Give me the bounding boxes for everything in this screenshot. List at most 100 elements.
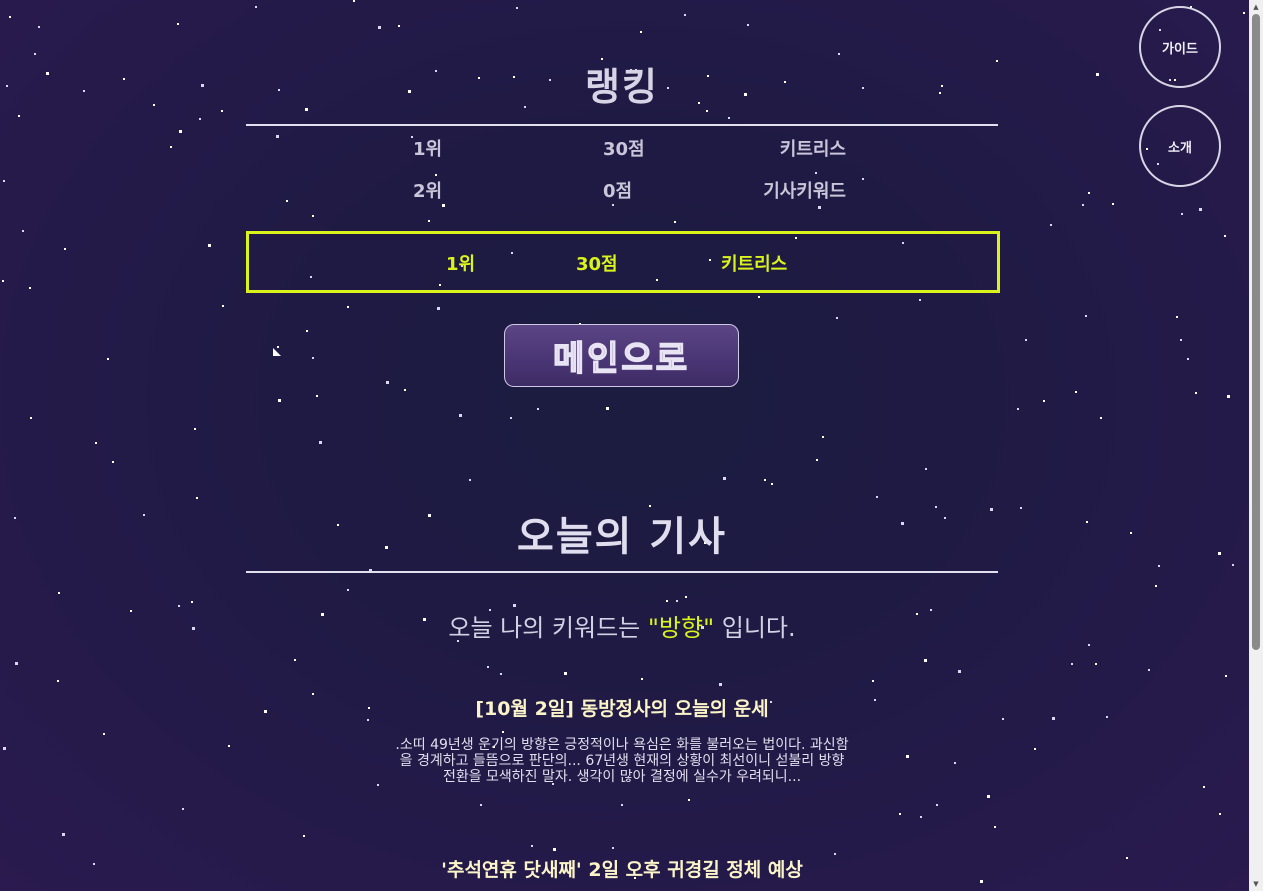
news-section-title: 오늘의 기사 — [517, 514, 727, 560]
star — [29, 287, 31, 289]
star — [3, 747, 6, 750]
star — [1187, 358, 1189, 360]
star — [685, 596, 687, 598]
scrollbar-thumb[interactable] — [1252, 14, 1260, 650]
scroll-down-arrow-icon[interactable]: ▼ — [1249, 877, 1263, 891]
star — [58, 592, 60, 594]
star — [1088, 192, 1090, 194]
star — [306, 330, 308, 332]
star — [83, 90, 85, 92]
star — [723, 477, 726, 480]
star — [537, 408, 539, 410]
star — [1158, 565, 1160, 567]
star — [378, 26, 381, 29]
star — [199, 118, 201, 120]
rank-score: 0점 — [603, 181, 633, 202]
keyword-prefix: 오늘 나의 키워드는 — [448, 614, 648, 642]
star — [103, 733, 105, 735]
star — [386, 381, 389, 384]
star — [1148, 669, 1150, 671]
star — [510, 417, 512, 419]
star — [34, 53, 36, 55]
star — [30, 417, 32, 419]
star — [640, 31, 642, 33]
star — [1086, 521, 1088, 523]
star — [182, 808, 184, 810]
back-to-main-button[interactable]: 메인으로 — [504, 324, 739, 387]
star — [1025, 339, 1027, 341]
star — [1096, 73, 1099, 76]
star — [277, 346, 279, 348]
star — [170, 146, 172, 148]
article-headline-link[interactable]: '추석연휴 닷새째' 2일 오후 귀경길 정체 예상 — [246, 855, 998, 882]
star — [319, 441, 322, 444]
star — [201, 84, 204, 87]
star — [18, 115, 20, 117]
star — [1181, 213, 1183, 215]
today-keyword-line: 오늘 나의 키워드는 "방향" 입니다. — [246, 608, 998, 643]
keyword-suffix: 입니다. — [714, 614, 796, 642]
star — [123, 78, 125, 80]
star — [64, 248, 66, 250]
star — [1071, 663, 1073, 665]
star — [1227, 395, 1230, 398]
scroll-up-arrow-icon[interactable]: ▲ — [1249, 0, 1263, 14]
star — [815, 172, 817, 174]
star — [1050, 224, 1052, 226]
star — [1243, 12, 1245, 14]
ranking-row: 1위 30점 키트리스 — [246, 135, 998, 161]
star — [553, 848, 556, 851]
star — [906, 755, 909, 758]
my-rank-highlight: 1위 30점 키트리스 — [246, 231, 1000, 293]
page-scrollbar[interactable]: ▲ ▼ — [1249, 0, 1263, 891]
star — [899, 813, 901, 815]
star — [179, 130, 182, 133]
star — [93, 863, 95, 865]
star — [194, 428, 196, 430]
news-divider — [246, 571, 998, 573]
star — [876, 496, 878, 498]
star — [816, 459, 818, 461]
star — [316, 395, 318, 397]
star — [228, 745, 230, 747]
article-headline-link[interactable]: [10월 2일] 동방정사의 오늘의 운세 — [246, 694, 998, 721]
star — [222, 305, 224, 307]
star — [1219, 813, 1221, 815]
star — [1126, 857, 1128, 859]
star — [1043, 400, 1045, 402]
star — [255, 6, 257, 8]
star — [57, 680, 59, 682]
star — [612, 847, 614, 849]
star — [728, 117, 730, 119]
star — [1095, 663, 1097, 665]
star — [46, 72, 49, 75]
star — [531, 845, 533, 847]
star — [1082, 204, 1084, 206]
star — [925, 468, 927, 470]
my-rank-player-name: 키트리스 — [721, 254, 788, 275]
star — [838, 53, 840, 55]
star — [1075, 391, 1077, 393]
star — [1203, 786, 1205, 788]
star — [9, 16, 11, 18]
star — [1199, 208, 1202, 211]
star — [196, 497, 198, 499]
guide-button[interactable]: 가이드 — [1139, 6, 1221, 88]
star — [278, 399, 281, 402]
star — [95, 442, 97, 444]
star — [14, 517, 16, 519]
star — [428, 220, 430, 222]
star — [612, 204, 614, 206]
star — [1176, 316, 1178, 318]
star — [62, 833, 65, 836]
star — [294, 659, 296, 661]
star — [516, 7, 518, 9]
star — [674, 221, 676, 223]
about-button[interactable]: 소개 — [1139, 105, 1221, 187]
star — [513, 604, 516, 607]
star — [1195, 392, 1197, 394]
star — [1100, 417, 1102, 419]
star — [487, 666, 489, 668]
star — [312, 357, 314, 359]
star — [480, 804, 482, 806]
